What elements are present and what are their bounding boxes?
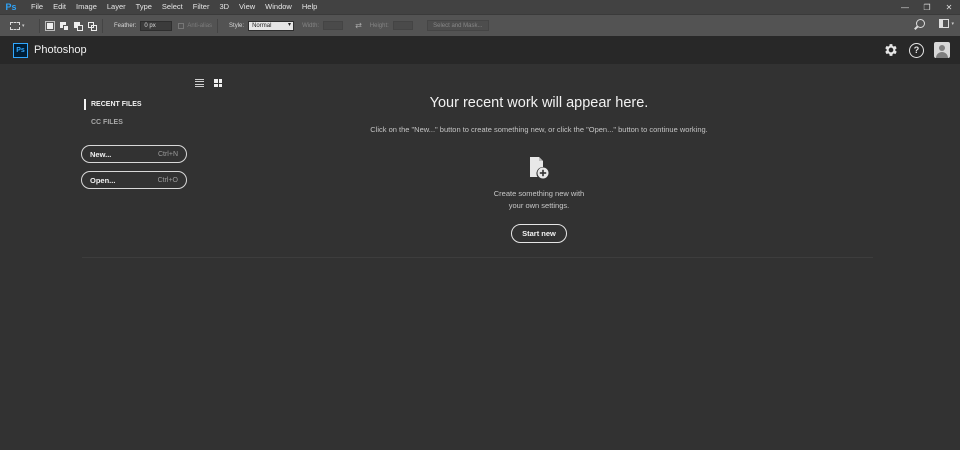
menu-3d[interactable]: 3D [214,0,234,14]
create-prompt-line1: Create something new with [493,189,585,198]
gear-icon[interactable] [883,42,899,58]
photoshop-badge-icon: Ps [13,42,28,58]
help-icon[interactable]: ? [909,42,924,58]
content-divider [82,257,873,258]
feather-input[interactable]: 0 px [140,20,173,31]
add-to-selection-icon[interactable] [59,21,69,31]
menu-help[interactable]: Help [297,0,322,14]
list-view-icon[interactable] [195,79,204,87]
new-document-icon [530,157,549,179]
restore-icon[interactable]: ❐ [916,0,938,14]
window-controls: — ❐ ✕ [894,0,960,14]
workspace-switcher[interactable]: ▾ [939,19,954,28]
menu-bar: Ps File Edit Image Layer Type Select Fil… [0,0,960,14]
avatar[interactable] [934,42,950,58]
menu-view[interactable]: View [234,0,260,14]
empty-state-description: Click on the "New..." button to create s… [370,125,708,134]
minimize-icon[interactable]: — [894,0,916,14]
grid-view-icon[interactable] [214,79,222,87]
rectangular-marquee-icon [10,21,20,30]
chevron-down-icon: ▾ [951,20,954,27]
menu-filter[interactable]: Filter [188,0,215,14]
menu-image[interactable]: Image [71,0,102,14]
select-and-mask-button[interactable]: Select and Mask... [426,20,489,31]
menu-layer[interactable]: Layer [102,0,131,14]
selection-modes [45,20,97,31]
intersect-selection-icon[interactable] [87,21,97,31]
start-new-button[interactable]: Start new [511,224,567,243]
photoshop-logo: Ps [5,2,17,12]
new-button-label: New... [90,149,112,159]
menu-edit[interactable]: Edit [48,0,71,14]
swap-icon[interactable]: ⇄ [355,21,362,30]
divider [217,18,219,33]
subtract-from-selection-icon[interactable] [73,21,83,31]
anti-alias-label: Anti-alias [187,22,213,29]
create-prompt-line2: your own settings. [508,201,570,210]
empty-state-title: Your recent work will appear here. [429,95,649,111]
new-selection-icon[interactable] [45,20,55,31]
avatar-head [939,45,945,51]
avatar-body [936,52,948,58]
new-button[interactable]: New... Ctrl+N [81,145,187,163]
options-right: ▾ [916,19,954,28]
divider [102,18,103,33]
create-prompt: Create something new with your own setti… [0,188,960,212]
menu-type[interactable]: Type [131,0,157,14]
view-toggle [195,79,222,87]
width-input[interactable] [323,21,344,30]
header-actions: ? [883,42,950,58]
width-label: Width: [302,22,320,29]
style-select[interactable]: Normal [248,20,295,31]
menu-select[interactable]: Select [157,0,188,14]
start-header: Ps Photoshop ? [0,36,960,64]
new-button-shortcut: Ctrl+N [157,150,178,158]
tool-preset-picker[interactable]: ▾ [10,20,34,32]
menu-window[interactable]: Window [260,0,297,14]
workspace-icon [939,19,950,28]
open-button-shortcut: Ctrl+O [157,176,178,184]
anti-alias-checkbox[interactable]: Anti-alias [178,22,213,29]
menu-file[interactable]: File [26,0,48,14]
open-button[interactable]: Open... Ctrl+O [81,171,187,189]
close-icon[interactable]: ✕ [938,0,960,14]
checkbox-box [178,22,185,29]
chevron-down-icon: ▾ [22,22,25,29]
divider [39,18,40,33]
options-bar: ▾ Feather: 0 px Anti-alias Style: Normal… [0,14,960,36]
style-label: Style: [229,22,245,29]
height-input[interactable] [392,21,413,30]
height-label: Height: [369,22,389,29]
open-button-label: Open... [90,175,116,185]
feather-label: Feather: [114,22,137,29]
app-name: Photoshop [34,44,87,56]
search-icon[interactable] [916,19,926,28]
